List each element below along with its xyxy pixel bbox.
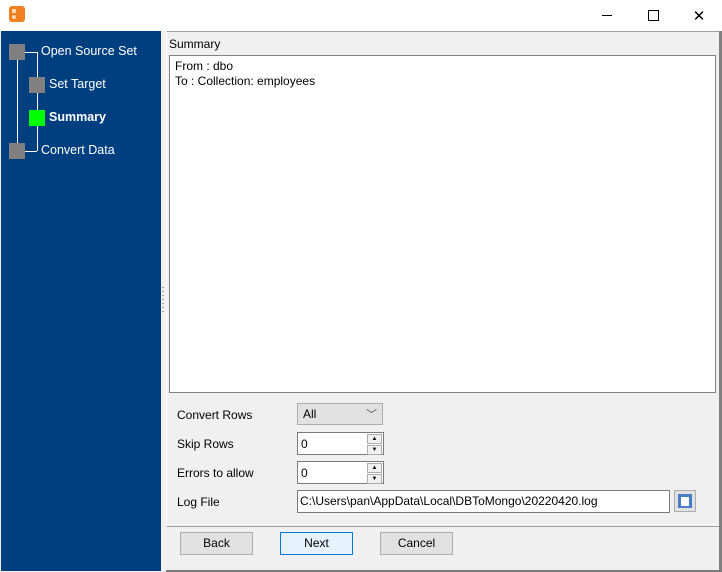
step-open-source-set[interactable]: Open Source Set xyxy=(41,44,137,58)
summary-heading: Summary xyxy=(169,37,221,51)
errors-to-allow-label: Errors to allow xyxy=(177,466,254,480)
step-summary[interactable]: Summary xyxy=(49,110,106,124)
minimize-button[interactable] xyxy=(584,0,630,31)
summary-line-from: From : dbo xyxy=(175,59,234,73)
log-file-input[interactable]: C:\Users\pan\AppData\Local\DBToMongo\202… xyxy=(297,490,670,513)
errors-up-button[interactable]: ▲ xyxy=(367,463,382,473)
errors-down-button[interactable]: ▼ xyxy=(367,474,382,484)
tree-line xyxy=(17,59,18,152)
errors-to-allow-value: 0 xyxy=(301,466,308,480)
footer-divider xyxy=(167,524,719,525)
convert-rows-select[interactable]: All ﹀ xyxy=(297,403,383,425)
app-icon xyxy=(9,6,25,22)
tree-line xyxy=(37,52,38,151)
back-button[interactable]: Back xyxy=(180,532,253,555)
step-marker-convert-data xyxy=(9,143,25,159)
skip-rows-down-button[interactable]: ▼ xyxy=(367,445,382,455)
chevron-down-icon: ﹀ xyxy=(366,409,377,421)
summary-textbox[interactable]: From : dbo To : Collection: employees xyxy=(169,55,716,393)
skip-rows-value: 0 xyxy=(301,437,308,451)
maximize-icon xyxy=(647,10,659,21)
title-bar: ✕ xyxy=(0,0,722,31)
skip-rows-label: Skip Rows xyxy=(177,437,234,451)
wizard-steps-sidebar: Open Source Set Set Target Summary Conve… xyxy=(1,31,161,571)
skip-rows-up-button[interactable]: ▲ xyxy=(367,434,382,444)
summary-line-to: To : Collection: employees xyxy=(175,74,316,88)
close-icon: ✕ xyxy=(692,7,706,25)
step-convert-data[interactable]: Convert Data xyxy=(41,143,115,157)
close-button[interactable]: ✕ xyxy=(676,0,722,31)
log-file-label: Log File xyxy=(177,495,220,509)
splitter-grip-icon xyxy=(162,287,164,315)
convert-rows-label: Convert Rows xyxy=(177,408,253,422)
minimize-icon xyxy=(602,15,612,16)
browse-log-file-button[interactable] xyxy=(674,490,696,512)
step-marker-open-source-set xyxy=(9,44,25,60)
skip-rows-stepper[interactable]: 0 ▲ ▼ xyxy=(297,432,384,455)
step-marker-summary xyxy=(29,110,45,126)
convert-rows-value: All xyxy=(303,407,317,421)
step-marker-set-target xyxy=(29,77,45,93)
next-button[interactable]: Next xyxy=(280,532,353,555)
step-set-target[interactable]: Set Target xyxy=(49,77,106,91)
errors-to-allow-stepper[interactable]: 0 ▲ ▼ xyxy=(297,461,384,484)
cancel-button[interactable]: Cancel xyxy=(380,532,453,555)
maximize-button[interactable] xyxy=(630,0,676,31)
document-icon xyxy=(678,494,692,508)
